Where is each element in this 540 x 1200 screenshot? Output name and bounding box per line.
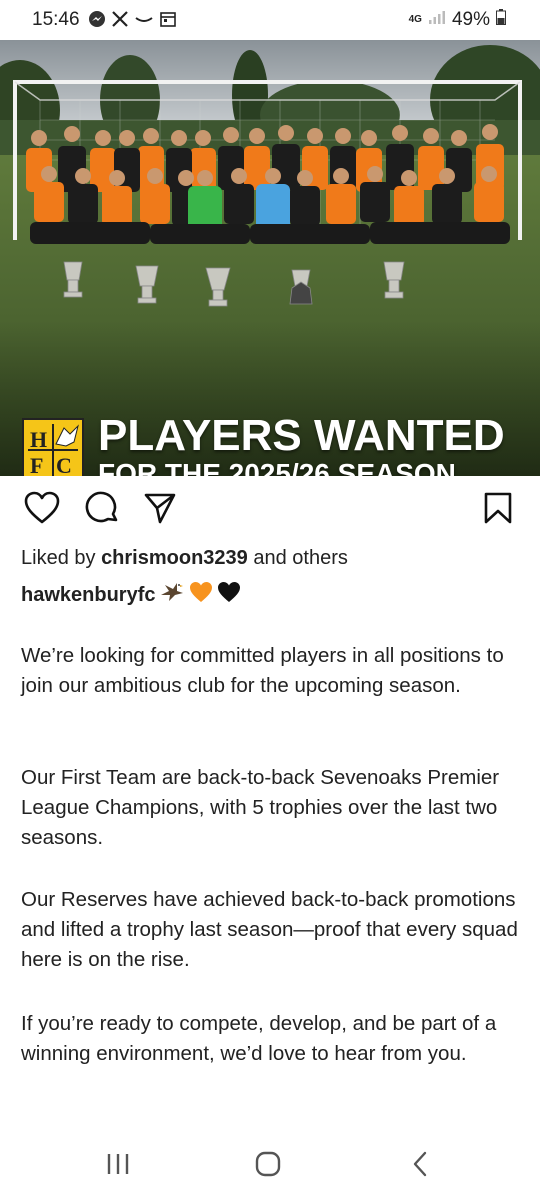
hfc-crest-logo: H F C xyxy=(22,418,84,476)
post-actions xyxy=(0,490,540,534)
share-button[interactable] xyxy=(140,490,180,530)
liked-user[interactable]: chrismoon3239 xyxy=(101,547,248,569)
eagle-emoji xyxy=(159,581,185,609)
liked-suffix: and others xyxy=(247,547,348,569)
comment-button[interactable] xyxy=(82,490,122,530)
home-button[interactable] xyxy=(238,1148,298,1184)
post-account[interactable]: hawkenburyfc xyxy=(21,581,241,609)
caption-paragraph-2: Our First Team are back-to-back Sevenoak… xyxy=(21,766,500,849)
back-icon xyxy=(411,1151,429,1182)
messenger-icon xyxy=(88,10,106,33)
battery-icon xyxy=(496,9,506,31)
liked-by-text[interactable]: Liked by chrismoon3239 and others xyxy=(21,547,348,570)
username[interactable]: hawkenburyfc xyxy=(21,584,155,607)
orange-heart-emoji xyxy=(189,581,213,609)
banner-subheadline: FOR THE 2025/26 SEASON xyxy=(98,458,456,476)
black-heart-emoji xyxy=(217,581,241,609)
signal-icon xyxy=(428,9,446,31)
like-button[interactable] xyxy=(22,490,62,530)
recent-apps-icon xyxy=(105,1152,131,1181)
x-icon xyxy=(112,11,128,32)
banner-headline: PLAYERS WANTED xyxy=(98,411,505,460)
post-image[interactable]: H F C PLAYERS WANTED FOR THE 2025/26 SEA… xyxy=(0,40,540,476)
system-navigation-bar xyxy=(0,1134,540,1200)
liked-prefix: Liked by xyxy=(21,547,102,569)
voicemail-icon xyxy=(134,12,154,31)
players-wanted-banner: H F C PLAYERS WANTED FOR THE 2025/26 SEA… xyxy=(22,414,522,476)
recent-apps-button[interactable] xyxy=(88,1148,148,1184)
calendar-icon xyxy=(160,11,176,32)
back-button[interactable] xyxy=(390,1148,450,1184)
caption-paragraph-3: Our Reserves have achieved back-to-back … xyxy=(21,888,518,971)
svg-text:H: H xyxy=(30,427,47,452)
svg-text:F: F xyxy=(30,453,43,476)
home-icon xyxy=(255,1151,281,1182)
svg-text:C: C xyxy=(56,453,72,476)
status-bar: 15:46 4G 49% xyxy=(0,0,540,40)
caption-paragraph-4: If you’re ready to compete, develop, and… xyxy=(21,1012,497,1065)
network-label: 4G xyxy=(408,14,422,25)
heart-icon xyxy=(24,491,60,530)
status-time: 15:46 xyxy=(32,9,80,30)
share-icon xyxy=(143,491,177,530)
bookmark-icon xyxy=(483,491,513,530)
save-button[interactable] xyxy=(478,490,518,530)
comment-icon xyxy=(84,490,120,531)
battery-label: 49% xyxy=(451,9,490,30)
caption-paragraph-1: We’re looking for committed players in a… xyxy=(21,644,504,697)
